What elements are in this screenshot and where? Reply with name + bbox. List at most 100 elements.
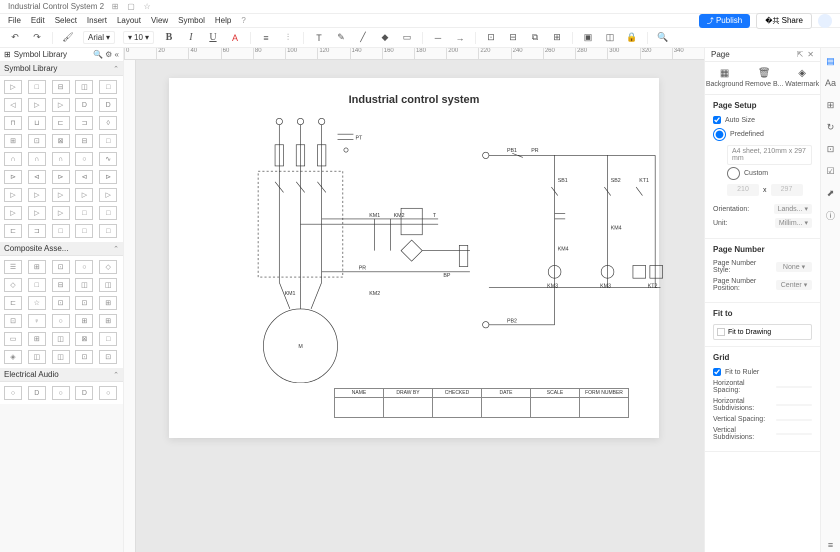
- sym[interactable]: ⊔: [28, 116, 46, 130]
- sym[interactable]: ○: [52, 314, 70, 328]
- sym[interactable]: ⊐: [75, 116, 93, 130]
- width-input[interactable]: 210: [727, 184, 759, 196]
- stroke-icon[interactable]: ▭: [400, 31, 414, 45]
- sym[interactable]: □: [75, 224, 93, 238]
- sym[interactable]: D: [75, 386, 93, 400]
- sym[interactable]: ▷: [52, 188, 70, 202]
- sym[interactable]: ▷: [28, 98, 46, 112]
- sym[interactable]: ◁: [4, 98, 22, 112]
- sym[interactable]: □: [99, 224, 117, 238]
- paint-icon[interactable]: 🖌: [61, 31, 75, 45]
- sym[interactable]: ⊞: [75, 314, 93, 328]
- preset-select[interactable]: A4 sheet, 210mm x 297 mm: [727, 145, 812, 165]
- sym[interactable]: ▭: [4, 332, 22, 346]
- sym[interactable]: ○: [75, 152, 93, 166]
- sym[interactable]: ▷: [75, 188, 93, 202]
- sym[interactable]: ⊞: [4, 134, 22, 148]
- italic-button[interactable]: I: [184, 31, 198, 45]
- menu-view[interactable]: View: [151, 16, 168, 25]
- sym[interactable]: ⊡: [4, 314, 22, 328]
- vspace-input[interactable]: [776, 419, 812, 421]
- sym[interactable]: ⊞: [99, 296, 117, 310]
- menu-select[interactable]: Select: [55, 16, 77, 25]
- sym[interactable]: ◫: [52, 332, 70, 346]
- menu-file[interactable]: File: [8, 16, 21, 25]
- tab-watermark[interactable]: ◈Watermark: [785, 68, 819, 88]
- sym[interactable]: ○: [99, 386, 117, 400]
- menu-insert[interactable]: Insert: [87, 16, 107, 25]
- conn-icon[interactable]: ─: [431, 31, 445, 45]
- sym[interactable]: □: [99, 134, 117, 148]
- sym[interactable]: ⊏: [4, 296, 22, 310]
- tab-background[interactable]: ▦Background: [706, 68, 743, 88]
- sym[interactable]: ▷: [4, 206, 22, 220]
- dist-icon[interactable]: ⊟: [506, 31, 520, 45]
- menu-help[interactable]: Help: [215, 16, 231, 25]
- auto-size-check[interactable]: [713, 116, 721, 124]
- rt-info-icon[interactable]: ⓘ: [824, 208, 838, 222]
- sym[interactable]: ⊟: [75, 134, 93, 148]
- sym[interactable]: ▷: [28, 206, 46, 220]
- underline-button[interactable]: U: [206, 31, 220, 45]
- fill-icon[interactable]: ◆: [378, 31, 392, 45]
- valign-icon[interactable]: ⫶: [281, 31, 295, 45]
- sym[interactable]: ◇: [4, 278, 22, 292]
- menu-layout[interactable]: Layout: [117, 16, 141, 25]
- sym[interactable]: ⊡: [99, 350, 117, 364]
- arrow-icon[interactable]: →: [453, 31, 467, 45]
- sym[interactable]: ⊠: [75, 332, 93, 346]
- orient-select[interactable]: Lands... ▾: [774, 204, 812, 214]
- sym[interactable]: ◫: [52, 350, 70, 364]
- sym[interactable]: ⊞: [99, 314, 117, 328]
- sym[interactable]: ⊡: [28, 134, 46, 148]
- fit-icon[interactable]: ▣: [581, 31, 595, 45]
- rt-comment-icon[interactable]: ⊡: [824, 142, 838, 156]
- sym[interactable]: ○: [52, 386, 70, 400]
- sym[interactable]: □: [28, 80, 46, 94]
- sym[interactable]: ◊: [99, 116, 117, 130]
- height-input[interactable]: 297: [771, 184, 803, 196]
- sym[interactable]: ∩: [4, 152, 22, 166]
- fit-drawing-button[interactable]: Fit to Drawing: [713, 324, 812, 340]
- vsub-input[interactable]: [776, 433, 812, 435]
- lib-sec-audio[interactable]: Electrical Audio⌃: [0, 368, 123, 382]
- text-icon[interactable]: T: [312, 31, 326, 45]
- sym[interactable]: ⊞: [28, 260, 46, 274]
- sym[interactable]: ⊠: [52, 134, 70, 148]
- sym[interactable]: ▷: [28, 188, 46, 202]
- lib-sec-composite[interactable]: Composite Asse...⌃: [0, 242, 123, 256]
- pen-icon[interactable]: ✎: [334, 31, 348, 45]
- sym[interactable]: ◫: [75, 278, 93, 292]
- sym[interactable]: ◈: [4, 350, 22, 364]
- order-icon[interactable]: ⊞: [550, 31, 564, 45]
- sym[interactable]: ☰: [4, 260, 22, 274]
- unit-select[interactable]: Millim... ▾: [775, 218, 812, 228]
- rt-format-icon[interactable]: Aa: [824, 76, 838, 90]
- font-select[interactable]: Arial ▾: [83, 31, 115, 44]
- star-icon[interactable]: ☆: [142, 2, 152, 12]
- layer-icon[interactable]: ◫: [603, 31, 617, 45]
- size-select[interactable]: ▾ 10 ▾: [123, 31, 154, 44]
- sym[interactable]: ○: [75, 260, 93, 274]
- folder-icon[interactable]: ▢: [126, 2, 136, 12]
- num-pos-select[interactable]: Center ▾: [776, 280, 812, 290]
- sym[interactable]: □: [52, 224, 70, 238]
- line-icon[interactable]: ╱: [356, 31, 370, 45]
- sym[interactable]: ⊏: [52, 116, 70, 130]
- sym[interactable]: ⊡: [52, 260, 70, 274]
- color-icon[interactable]: A: [228, 31, 242, 45]
- canvas-page[interactable]: Industrial control system KM1 M PT KM1KM…: [169, 78, 659, 438]
- sym[interactable]: ∿: [99, 152, 117, 166]
- redo-icon[interactable]: ↷: [30, 31, 44, 45]
- sym[interactable]: ⊲: [28, 170, 46, 184]
- rt-layers-icon[interactable]: ⊞: [824, 98, 838, 112]
- sym[interactable]: D: [28, 386, 46, 400]
- sym[interactable]: ▷: [52, 98, 70, 112]
- sym[interactable]: ∩: [52, 152, 70, 166]
- sym[interactable]: □: [99, 80, 117, 94]
- sym[interactable]: □: [99, 332, 117, 346]
- rt-validate-icon[interactable]: ☑: [824, 164, 838, 178]
- predef-radio[interactable]: [713, 128, 726, 141]
- sym[interactable]: ⊟: [52, 278, 70, 292]
- group-icon[interactable]: ⧉: [528, 31, 542, 45]
